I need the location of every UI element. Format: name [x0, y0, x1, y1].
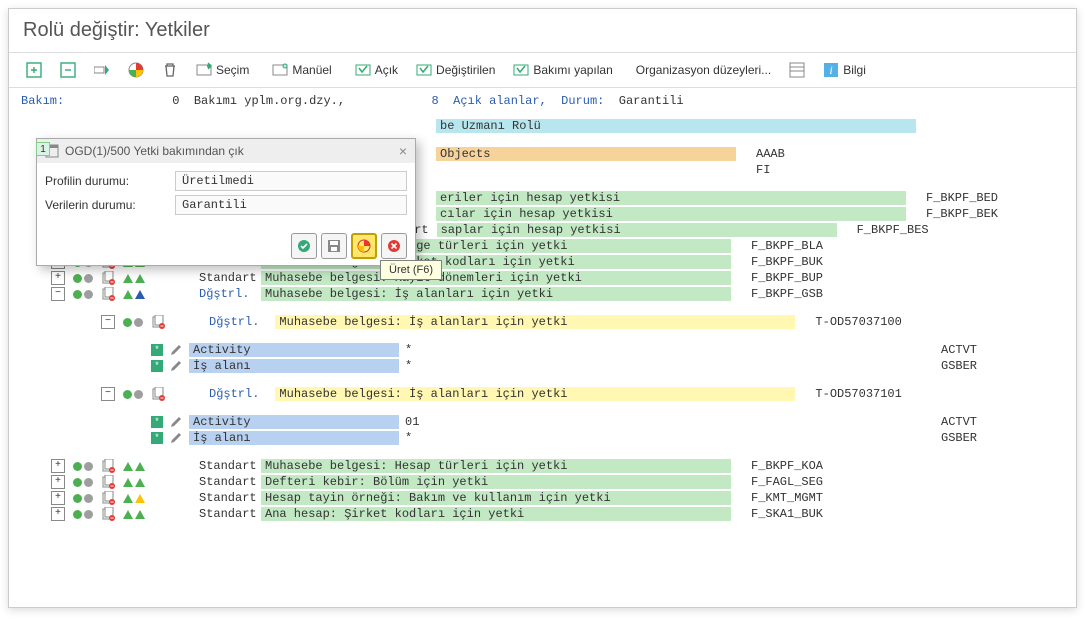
open-filter-button[interactable]: Açık — [348, 57, 405, 83]
copy-icon — [101, 475, 115, 489]
edit-icon[interactable] — [169, 359, 183, 373]
profile-status-label: Profilin durumu: — [45, 174, 175, 188]
status-line: Bakım: 0 Bakımı yplm.org.dzy., 8 Açık al… — [9, 88, 1076, 114]
field-value[interactable]: 01 — [401, 415, 921, 429]
step-marker: 1 — [36, 142, 50, 156]
copy-icon — [101, 491, 115, 505]
profile-status-value: Üretilmedi — [175, 171, 407, 191]
auth-object-row[interactable]: + Standart Muhasebe belgesi: Hesap türle… — [51, 458, 1076, 474]
field-label: İş alanı — [189, 431, 399, 445]
copy-icon — [101, 459, 115, 473]
auth-object-row[interactable]: + Standart Muhasebe belgesi: Kayıt dönem… — [51, 270, 1076, 286]
data-status-label: Verilerin durumu: — [45, 198, 175, 212]
auth-instance-row[interactable]: − Dğştrl. Muhasebe belgesi: İş alanları … — [101, 314, 1076, 330]
field-label: Activity — [189, 343, 399, 357]
expand-icon[interactable]: + — [51, 491, 65, 505]
auth-object-row[interactable]: − Dğştrl. Muhasebe belgesi: İş alanları … — [51, 286, 1076, 302]
tooltip: Üret (F6) — [380, 260, 442, 280]
maintained-filter-button[interactable]: Bakımı yapılan — [506, 57, 619, 83]
data-status-value: Garantili — [175, 195, 407, 215]
main-toolbar: Seçim Manüel Açık Değiştirilen Bakımı ya… — [9, 52, 1076, 88]
traffic-light-icon[interactable] — [121, 57, 151, 83]
auth-object-row[interactable]: + Standart Ana hesap: Şirket kodları içi… — [51, 506, 1076, 522]
expand-icon[interactable]: + — [51, 271, 65, 285]
edit-icon[interactable] — [169, 415, 183, 429]
dialog-title: OGD(1)/500 Yetki bakımından çık — [65, 144, 244, 158]
svg-text:i: i — [830, 63, 833, 77]
auth-field-row[interactable]: * Activity * ACTVT — [151, 342, 1076, 358]
auth-field-row[interactable]: * Activity 01 ACTVT — [151, 414, 1076, 430]
collapse-icon[interactable]: − — [101, 387, 115, 401]
copy-icon — [101, 271, 115, 285]
delete-button[interactable] — [155, 57, 185, 83]
auth-field-row[interactable]: * İş alanı * GSBER — [151, 358, 1076, 374]
auth-object-row[interactable]: + Standart Defteri kebir: Bölüm için yet… — [51, 474, 1076, 490]
expand-icon[interactable]: + — [51, 475, 65, 489]
generate-button[interactable] — [351, 233, 377, 259]
org-levels-button[interactable]: Organizasyon düzeyleri... — [629, 58, 778, 82]
field-value[interactable]: * — [401, 431, 921, 445]
expand-icon[interactable]: + — [51, 459, 65, 473]
accept-button[interactable] — [291, 233, 317, 259]
expand-icon[interactable]: + — [51, 507, 65, 521]
collapse-icon[interactable]: − — [101, 315, 115, 329]
close-icon[interactable]: × — [399, 143, 407, 159]
field-value[interactable]: * — [401, 359, 921, 373]
save-button[interactable] — [321, 233, 347, 259]
page-title: Rolü değiştir: Yetkiler — [9, 9, 1076, 52]
layout-button[interactable] — [782, 57, 812, 83]
tree-root[interactable]: be Uzmanı Rolü — [21, 118, 1076, 134]
field-label: Activity — [189, 415, 399, 429]
auth-object-row[interactable]: + Standart Hesap tayin örneği: Bakım ve … — [51, 490, 1076, 506]
insert-button[interactable] — [87, 57, 117, 83]
manual-button[interactable]: Manüel — [265, 57, 338, 83]
copy-icon[interactable] — [151, 315, 165, 329]
collapse-node-button[interactable] — [53, 57, 83, 83]
field-value[interactable]: * — [401, 343, 921, 357]
copy-icon[interactable] — [151, 387, 165, 401]
field-label: İş alanı — [189, 359, 399, 373]
auth-field-row[interactable]: * İş alanı * GSBER — [151, 430, 1076, 446]
changed-filter-button[interactable]: Değiştirilen — [409, 57, 502, 83]
selection-button[interactable]: Seçim — [189, 57, 256, 83]
exit-dialog: OGD(1)/500 Yetki bakımından çık × Profil… — [36, 138, 416, 266]
auth-instance-row[interactable]: − Dğştrl. Muhasebe belgesi: İş alanları … — [101, 386, 1076, 402]
copy-icon — [101, 287, 115, 301]
expand-icon[interactable]: − — [51, 287, 65, 301]
edit-icon[interactable] — [169, 343, 183, 357]
edit-icon[interactable] — [169, 431, 183, 445]
cancel-button[interactable] — [381, 233, 407, 259]
expand-node-button[interactable] — [19, 57, 49, 83]
copy-icon — [101, 507, 115, 521]
info-button[interactable]: iBilgi — [816, 57, 873, 83]
